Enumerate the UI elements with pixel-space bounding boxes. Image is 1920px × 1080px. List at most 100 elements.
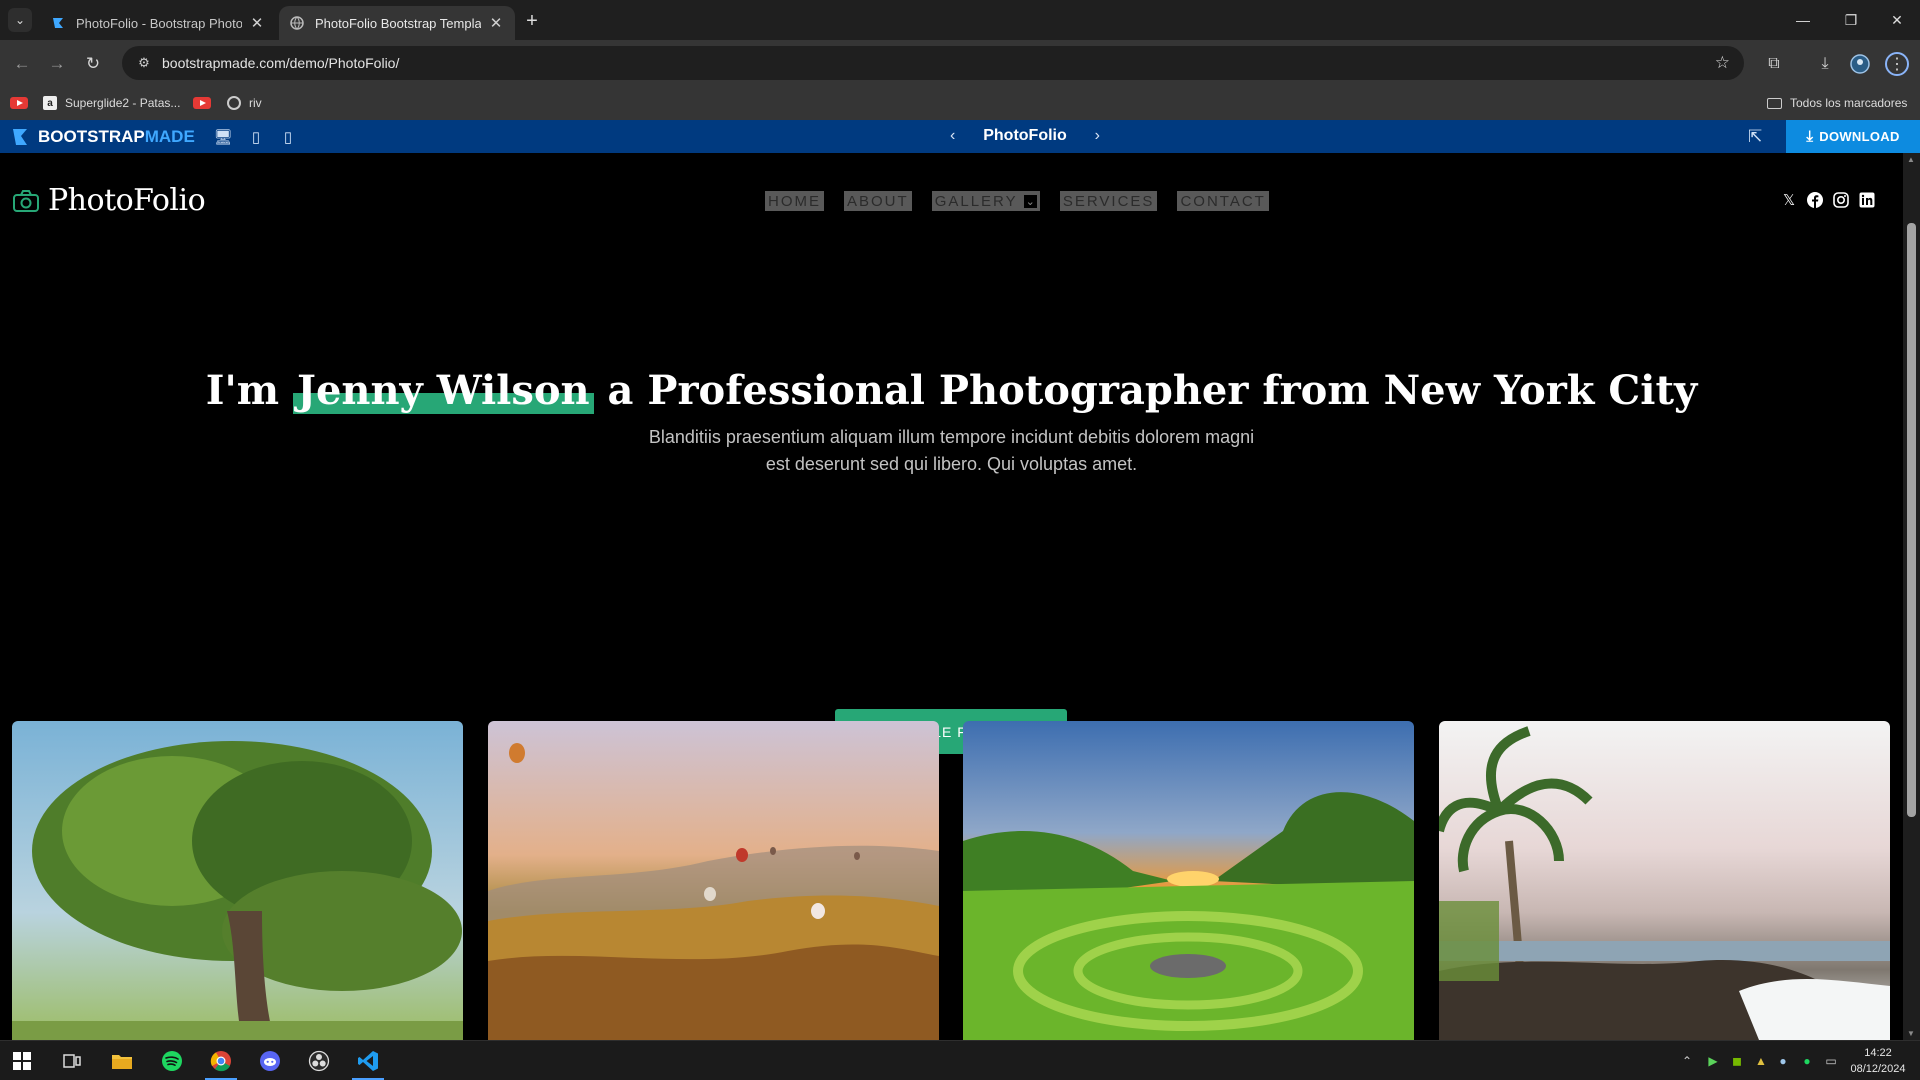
clock-date: 08/12/2024	[1850, 1063, 1906, 1075]
clock-time: 14:22	[1864, 1047, 1892, 1059]
valley-image	[963, 792, 1414, 1040]
obs-icon[interactable]	[297, 1045, 341, 1077]
site-logo-text: PhotoFolio	[48, 183, 206, 218]
hero-title-post: a Professional Photographer from New Yor…	[593, 367, 1698, 414]
reload-icon[interactable]: ↻	[80, 51, 106, 77]
brand-bold: BOOTSTRAP	[38, 127, 145, 146]
brand-accent: MADE	[144, 127, 195, 146]
open-external-icon[interactable]: ⇱	[1748, 127, 1762, 147]
nav-gallery-label: GALLERY	[934, 192, 1018, 210]
tab-photofolio-bootstrap[interactable]: PhotoFolio - Bootstrap Photography ✕	[40, 6, 276, 40]
address-bar[interactable]: ⚙ bootstrapmade.com/demo/PhotoFolio/ ☆	[122, 46, 1744, 80]
close-window-icon[interactable]: ✕	[1874, 0, 1920, 40]
nav-contact[interactable]: CONTACT	[1177, 191, 1269, 211]
nav-about[interactable]: ABOUT	[844, 191, 912, 211]
browser-toolbar: ← → ↻ ⚙ bootstrapmade.com/demo/PhotoFoli…	[0, 40, 1920, 86]
next-template-icon[interactable]: ›	[1095, 127, 1100, 145]
all-bookmarks-label: Todos los marcadores	[1790, 96, 1908, 110]
bookmark-label: Superglide2 - Patas...	[65, 96, 181, 110]
windows-taskbar: ⌃ ▶ ◼ ▲ ● ● ▭ 14:22 08/12/2024	[0, 1040, 1920, 1080]
tablet-view-icon[interactable]: ▯	[247, 128, 265, 146]
facebook-icon[interactable]	[1806, 191, 1824, 209]
minimize-icon[interactable]: —	[1780, 0, 1826, 40]
page-scrollbar[interactable]: ▲ ▼	[1903, 153, 1920, 1040]
new-tab-button[interactable]: +	[520, 9, 544, 33]
folder-icon	[1767, 97, 1782, 109]
close-tab-icon[interactable]: ✕	[487, 14, 505, 32]
url-text: bootstrapmade.com/demo/PhotoFolio/	[162, 55, 400, 71]
tab-photofolio-template[interactable]: PhotoFolio Bootstrap Template ✕	[279, 6, 515, 40]
network-icon[interactable]: ▭	[1822, 1052, 1840, 1070]
bookmark-superglide[interactable]: a Superglide2 - Patas...	[43, 93, 180, 113]
chrome-icon[interactable]	[199, 1045, 243, 1080]
forward-icon[interactable]: →	[44, 51, 70, 77]
tray-play-icon[interactable]: ▶	[1704, 1052, 1722, 1070]
youtube-icon	[193, 97, 211, 109]
camera-icon	[13, 189, 39, 212]
bootstrapmade-logo[interactable]: BOOTSTRAP MADE	[10, 126, 195, 148]
tree-image	[12, 741, 463, 1040]
scroll-up-icon[interactable]: ▲	[1907, 155, 1915, 164]
spotify-icon[interactable]	[150, 1045, 194, 1077]
gallery-photo-balloons[interactable]	[488, 721, 939, 1040]
site-logo[interactable]: PhotoFolio	[12, 183, 206, 218]
mobile-view-icon[interactable]: ▯	[279, 128, 297, 146]
downloads-icon[interactable]: ⤓	[1813, 52, 1837, 76]
bookmark-youtube-1[interactable]	[10, 93, 34, 113]
gallery-photo-valley[interactable]	[963, 721, 1414, 1040]
x-icon[interactable]: 𝕏	[1780, 191, 1798, 209]
bootstrapmade-mark-icon	[13, 129, 27, 145]
site-info-icon[interactable]: ⚙	[128, 55, 160, 71]
previous-template-icon[interactable]: ‹	[950, 127, 955, 145]
spotify-tray-icon[interactable]: ●	[1798, 1052, 1816, 1070]
nvidia-icon[interactable]: ◼	[1728, 1052, 1746, 1070]
steam-icon[interactable]: ●	[1774, 1052, 1792, 1070]
bookmark-youtube-2[interactable]	[193, 93, 217, 113]
scrollbar-thumb[interactable]	[1907, 223, 1916, 817]
task-view-icon[interactable]	[50, 1045, 94, 1077]
bookmark-star-icon[interactable]: ☆	[1715, 53, 1730, 73]
browser-menu-icon[interactable]: ⋮	[1885, 52, 1909, 76]
instagram-icon[interactable]	[1832, 191, 1850, 209]
download-label: DOWNLOAD	[1819, 129, 1900, 144]
linkedin-icon[interactable]	[1858, 191, 1876, 209]
gallery-photo-tree[interactable]	[12, 721, 463, 1040]
restore-icon[interactable]: ❐	[1828, 0, 1874, 40]
nav-home[interactable]: HOME	[765, 191, 824, 211]
bootstrapmade-favicon-icon	[50, 15, 66, 31]
nav-services[interactable]: SERVICES	[1059, 191, 1158, 211]
drive-icon[interactable]: ▲	[1752, 1052, 1770, 1070]
all-bookmarks-folder[interactable]: Todos los marcadores	[1767, 93, 1907, 113]
balloons-image	[488, 743, 939, 1040]
system-clock[interactable]: 14:22 08/12/2024	[1844, 1045, 1912, 1077]
tab-search-button[interactable]: ⌄	[8, 8, 32, 32]
hero-section: I'm Jenny Wilson a Professional Photogra…	[0, 367, 1903, 478]
vscode-icon[interactable]	[346, 1045, 390, 1080]
download-button[interactable]: ⤓ DOWNLOAD	[1786, 120, 1920, 153]
extensions-icon[interactable]: ⧉	[1762, 52, 1786, 76]
back-icon[interactable]: ←	[9, 51, 35, 77]
amazon-icon: a	[43, 96, 57, 110]
nav-gallery[interactable]: GALLERY ⌄	[931, 191, 1040, 211]
file-explorer-icon[interactable]	[100, 1045, 144, 1077]
hero-title-pre: I'm	[205, 367, 294, 414]
gallery-photo-beach[interactable]	[1439, 721, 1890, 1040]
hero-subtitle: Blanditiis praesentium aliquam illum tem…	[648, 427, 1255, 474]
globe-icon	[227, 96, 241, 110]
scroll-down-icon[interactable]: ▼	[1907, 1029, 1915, 1038]
discord-icon[interactable]	[248, 1045, 292, 1077]
template-name: PhotoFolio	[983, 127, 1067, 144]
globe-favicon-icon	[289, 15, 305, 31]
close-tab-icon[interactable]: ✕	[248, 14, 266, 32]
windows-start-icon[interactable]	[0, 1045, 44, 1077]
profile-avatar-icon[interactable]	[1848, 52, 1872, 76]
photofolio-page: PhotoFolio HOME ABOUT GALLERY ⌄ SERVICES…	[0, 153, 1903, 1040]
tab-title: PhotoFolio Bootstrap Template	[315, 15, 481, 31]
tray-expand-icon[interactable]: ⌃	[1678, 1052, 1696, 1070]
hero-title: I'm Jenny Wilson a Professional Photogra…	[0, 367, 1903, 414]
desktop-view-icon[interactable]: 🖥	[213, 128, 232, 146]
download-icon: ⤓	[1806, 128, 1814, 145]
bootstrapmade-preview-bar: BOOTSTRAP MADE 🖥 ▯ ▯ ‹ PhotoFolio › ⇱ ⤓ D…	[0, 120, 1920, 153]
bookmarks-bar: a Superglide2 - Patas... riv Todos los m…	[0, 86, 1920, 120]
bookmark-riv[interactable]: riv	[227, 93, 262, 113]
